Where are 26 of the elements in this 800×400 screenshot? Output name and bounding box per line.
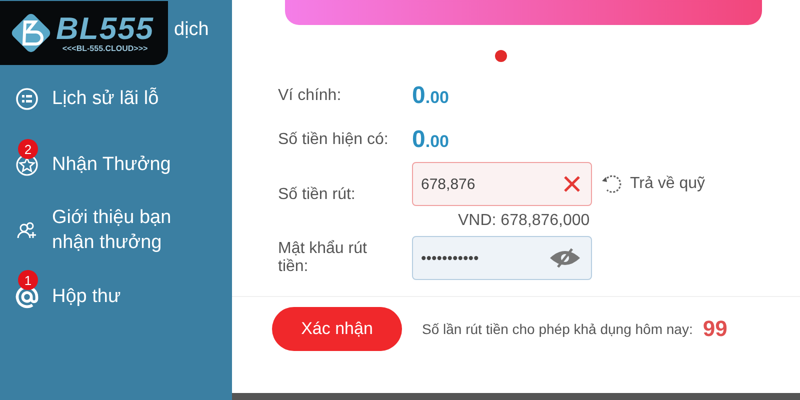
notification-badge: 2 (18, 139, 38, 159)
password-field[interactable]: ••••••••••• (412, 236, 592, 280)
field-label: Số tiền rút: (278, 186, 356, 205)
sidebar-item[interactable]: Giới thiệu bạn nhận thưởng (0, 198, 232, 264)
limit-count: 99 (702, 316, 728, 342)
field-label: Ví chính: (278, 87, 342, 105)
converted-amount: VND: 678,876,000 (458, 212, 591, 231)
sidebar-item[interactable]: dịch (174, 19, 209, 41)
sidebar-item[interactable]: 1 Hộp thư (0, 264, 232, 330)
sidebar-item[interactable]: Lịch sử lãi lỗ (0, 66, 232, 132)
logo-tagline: <<<BL-555.CLOUD>>> (62, 44, 148, 53)
amount-field[interactable]: 678,876 (412, 162, 592, 206)
balance-amount: 0.00 (412, 126, 449, 154)
reset-link[interactable]: Trả về quỹ (600, 172, 705, 196)
limit-note: Số lần rút tiền cho phép khả dụng hôm nay: (422, 321, 693, 337)
balance-amount: 0.00 (412, 82, 449, 110)
field-label: Số tiền hiện có: (278, 131, 390, 149)
notification-badge: 1 (18, 270, 38, 290)
logo-name: BL555 (56, 13, 154, 44)
field-label: Mật khẩu rút tiền: (278, 240, 368, 276)
eye-slash-icon[interactable] (548, 247, 582, 269)
clear-icon[interactable] (562, 174, 582, 194)
confirm-button[interactable]: Xác nhận (272, 307, 402, 351)
list-icon (15, 87, 39, 111)
sidebar-item[interactable]: 2 Nhận Thưởng (0, 132, 232, 198)
carousel-dot[interactable] (495, 50, 507, 62)
